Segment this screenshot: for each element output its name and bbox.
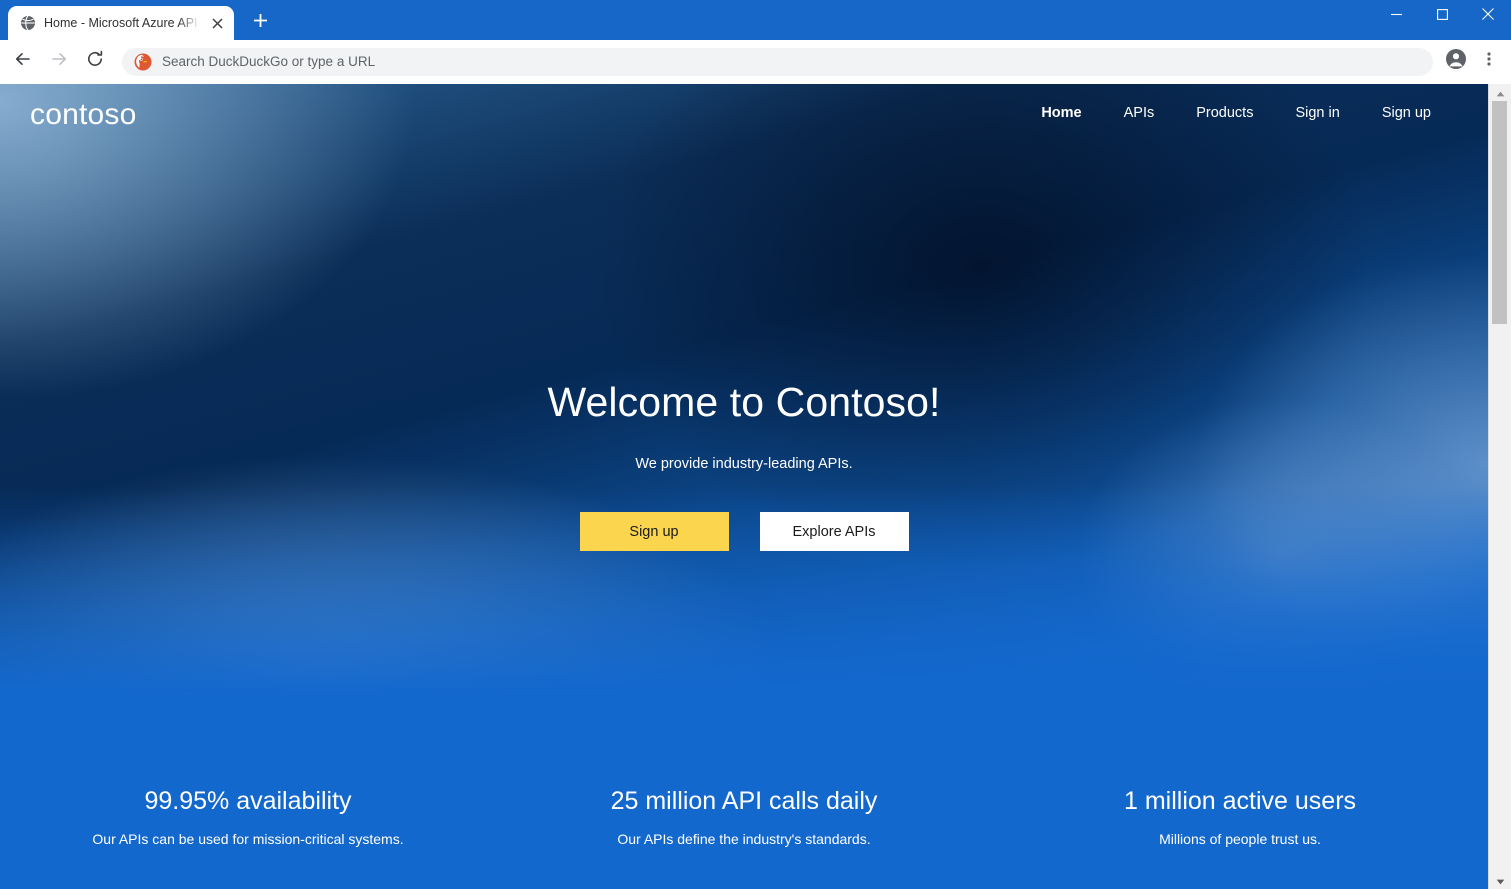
nav-item-sign-in[interactable]: Sign in	[1274, 99, 1360, 127]
nav-item-home[interactable]: Home	[1020, 99, 1102, 127]
stat-label: Our APIs can be used for mission-critica…	[92, 831, 404, 847]
browser-tab-title: Home - Microsoft Azure API Management de…	[44, 16, 200, 30]
page-viewport: contoso Home APIs Products Sign in Sign …	[0, 84, 1511, 889]
hero-heading: Welcome to Contoso!	[547, 379, 941, 425]
scroll-up-button[interactable]	[1489, 84, 1511, 101]
forward-button[interactable]	[42, 45, 76, 79]
site-nav: Home APIs Products Sign in Sign up	[1020, 99, 1452, 127]
hero-section: Welcome to Contoso! We provide industry-…	[0, 142, 1488, 552]
stat-value: 99.95% availability	[144, 787, 352, 815]
scroll-down-button[interactable]	[1489, 872, 1511, 889]
reload-button[interactable]	[78, 45, 112, 79]
browser-menu-button[interactable]	[1477, 47, 1501, 77]
nav-item-products[interactable]: Products	[1175, 99, 1274, 127]
scroll-up-arrow-icon	[1496, 84, 1505, 102]
profile-button[interactable]	[1441, 47, 1471, 77]
window-controls	[1373, 0, 1511, 32]
maximize-button[interactable]	[1419, 0, 1465, 32]
scrollbar-thumb[interactable]	[1492, 101, 1507, 324]
stat-value: 25 million API calls daily	[610, 787, 878, 815]
account-avatar-icon	[1445, 48, 1467, 75]
address-bar[interactable]: Search DuckDuckGo or type a URL	[122, 47, 1433, 76]
page-scrollbar[interactable]	[1488, 84, 1511, 889]
stats-section: 99.95% availability Our APIs can be used…	[0, 714, 1488, 889]
contoso-developer-portal: contoso Home APIs Products Sign in Sign …	[0, 84, 1488, 889]
new-tab-button[interactable]	[246, 9, 274, 37]
minimize-button[interactable]	[1373, 0, 1419, 32]
stat-availability: 99.95% availability Our APIs can be used…	[0, 786, 496, 847]
nav-item-sign-up[interactable]: Sign up	[1361, 99, 1452, 127]
duckduckgo-icon	[134, 53, 152, 71]
explore-apis-button[interactable]: Explore APIs	[759, 512, 909, 552]
scroll-down-arrow-icon	[1496, 872, 1505, 889]
address-bar-placeholder: Search DuckDuckGo or type a URL	[162, 54, 376, 69]
close-window-button[interactable]	[1465, 0, 1511, 32]
browser-tab-strip: Home - Microsoft Azure API Management de…	[0, 0, 1511, 40]
hero-cta-row: Sign up Explore APIs	[0, 512, 1488, 552]
hero-subheading: We provide industry-leading APIs.	[635, 456, 853, 473]
back-button[interactable]	[6, 45, 40, 79]
stat-label: Millions of people trust us.	[1159, 831, 1321, 847]
forward-arrow-icon	[49, 49, 69, 74]
three-dots-menu-icon	[1481, 51, 1497, 72]
sign-up-button[interactable]: Sign up	[579, 512, 729, 552]
plus-icon	[253, 13, 268, 33]
scrollbar-track[interactable]	[1489, 101, 1511, 889]
site-header: contoso Home APIs Products Sign in Sign …	[0, 84, 1488, 142]
close-icon[interactable]	[208, 14, 226, 32]
browser-window: Home - Microsoft Azure API Management de…	[0, 0, 1511, 889]
browser-toolbar: Search DuckDuckGo or type a URL	[0, 40, 1511, 84]
close-icon	[1482, 7, 1494, 25]
nav-item-apis[interactable]: APIs	[1103, 99, 1176, 127]
back-arrow-icon	[13, 49, 33, 74]
minimize-icon	[1390, 7, 1402, 25]
stat-label: Our APIs define the industry's standards…	[617, 831, 871, 847]
site-logo[interactable]: contoso	[30, 100, 136, 130]
stat-value: 1 million active users	[1123, 787, 1357, 815]
stat-active-users: 1 million active users Millions of peopl…	[992, 786, 1488, 847]
reload-icon	[85, 49, 105, 74]
browser-tab[interactable]: Home - Microsoft Azure API Management de…	[8, 6, 234, 40]
globe-icon	[20, 15, 36, 31]
maximize-icon	[1436, 7, 1448, 25]
stat-api-calls: 25 million API calls daily Our APIs defi…	[496, 786, 992, 847]
